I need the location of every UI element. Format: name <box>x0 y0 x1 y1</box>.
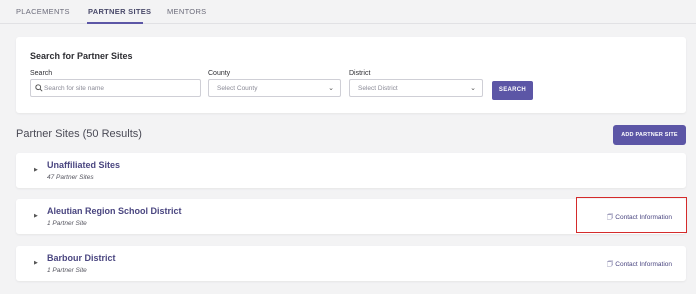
list-item[interactable]: ▶ Barbour District 1 Partner Site 🗇 Conta… <box>16 246 686 281</box>
district-select[interactable]: Select District ⌄ <box>349 79 483 97</box>
chevron-down-icon: ⌄ <box>470 85 476 92</box>
tab-placements[interactable]: PLACEMENTS <box>16 7 70 16</box>
chevron-right-icon[interactable]: ▶ <box>34 260 38 266</box>
district-value: Select District <box>358 85 398 92</box>
contact-information-link[interactable]: 🗇 Contact Information <box>607 260 672 271</box>
site-name: Unaffiliated Sites <box>47 160 121 170</box>
contact-label: Contact Information <box>615 261 672 268</box>
site-name: Barbour District <box>47 253 116 263</box>
contact-label: Contact Information <box>615 214 672 221</box>
list-item[interactable]: ▶ Unaffiliated Sites 47 Partner Sites <box>16 153 686 188</box>
tab-bar: PLACEMENTS PARTNER SITES MENTORS <box>0 0 696 24</box>
list-item[interactable]: ▶ Aleutian Region School District 1 Part… <box>16 199 686 234</box>
site-count: 1 Partner Site <box>47 220 87 227</box>
site-name: Aleutian Region School District <box>47 206 182 216</box>
contact-card-icon: 🗇 <box>606 214 614 221</box>
search-field-label: Search <box>30 70 53 77</box>
chevron-right-icon[interactable]: ▶ <box>34 213 38 219</box>
site-count: 47 Partner Sites <box>47 174 94 181</box>
tab-mentors[interactable]: MENTORS <box>167 7 206 16</box>
search-button[interactable]: SEARCH <box>492 81 533 100</box>
add-partner-site-button[interactable]: ADD PARTNER SITE <box>613 125 686 145</box>
chevron-down-icon: ⌄ <box>328 85 334 92</box>
search-placeholder: Search for site name <box>44 85 104 92</box>
search-input[interactable]: Search for site name <box>30 79 201 97</box>
district-label: District <box>349 70 371 77</box>
active-tab-indicator <box>87 22 143 24</box>
chevron-right-icon[interactable]: ▶ <box>34 167 38 173</box>
contact-card-icon: 🗇 <box>606 261 614 268</box>
county-select[interactable]: Select County ⌄ <box>208 79 341 97</box>
contact-information-link[interactable]: 🗇 Contact Information <box>607 213 672 224</box>
search-panel-title: Search for Partner Sites <box>30 51 133 61</box>
county-label: County <box>208 70 231 77</box>
tab-partner-sites[interactable]: PARTNER SITES <box>88 7 151 16</box>
results-title: Partner Sites (50 Results) <box>16 128 142 140</box>
county-value: Select County <box>217 85 258 92</box>
search-panel: Search for Partner Sites Search Search f… <box>16 37 686 113</box>
site-count: 1 Partner Site <box>47 267 87 274</box>
search-icon <box>35 84 43 92</box>
